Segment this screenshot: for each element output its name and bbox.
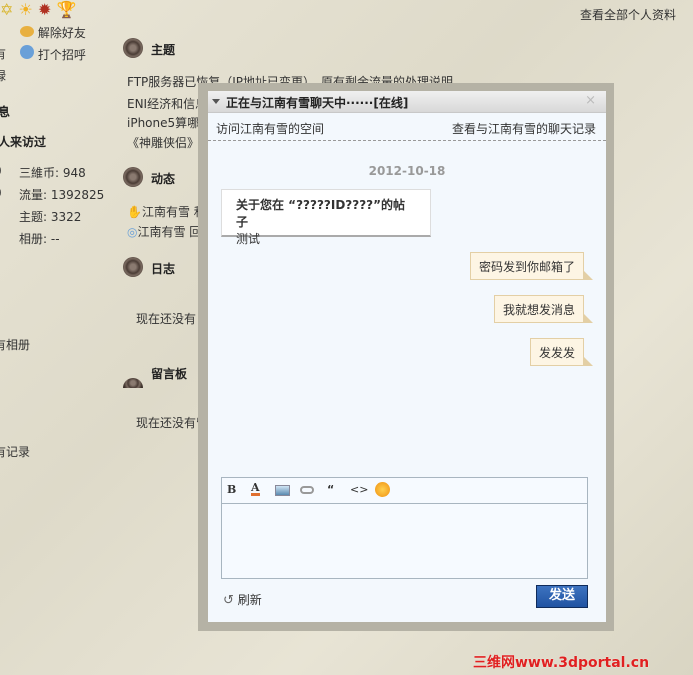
feed-item[interactable]: ✋江南有雪 和 [127, 203, 206, 220]
chat-dialog: 正在与江南有雪聊天中······[在线] × 访问江南有雪的空间 查看与江南有雪的… [208, 91, 606, 622]
send-button[interactable]: 发送 [536, 585, 588, 608]
album-empty: 有相册 [0, 338, 31, 352]
bullet: 0 [0, 164, 2, 178]
refresh-label: 刷新 [237, 593, 262, 607]
section-icon [123, 257, 143, 277]
bold-button[interactable]: B [227, 483, 236, 496]
remove-friend-link[interactable]: 解除好友 [20, 24, 86, 41]
message-editor: B A “ <> [221, 477, 588, 579]
board-title: 留言板 [151, 367, 188, 381]
outgoing-message: 密码发到你邮箱了 [469, 252, 594, 280]
message-title: 关于您在 “?????ID????”的帖子 [236, 198, 406, 229]
feed-item[interactable]: ◎江南有雪 回 [127, 223, 201, 240]
section-icon [123, 38, 143, 58]
blog-title: 日志 [151, 262, 176, 276]
say-hi-link[interactable]: 打个招呼 [20, 45, 86, 63]
info-heading: 息 [0, 105, 11, 119]
badge-icons: ✡ ☀ ✹ 🏆 [0, 0, 77, 19]
message-textarea[interactable] [222, 504, 587, 578]
stat-traffic: 流量: 1392825 [19, 188, 105, 202]
chat-title: 正在与江南有雪聊天中······[在线] [226, 96, 409, 110]
user-chat-icon [20, 45, 34, 59]
say-hi-label: 打个招呼 [37, 48, 86, 62]
emoji-icon[interactable] [375, 482, 390, 497]
quote-button[interactable]: “ [327, 483, 334, 496]
message-body: 测试 [236, 232, 261, 246]
close-icon[interactable]: × [585, 93, 596, 108]
link-icon[interactable] [300, 486, 314, 494]
stat-albums: 相册: -- [19, 232, 60, 246]
stat-coins: 三維币: 948 [19, 166, 86, 180]
visitors-heading: 人来访过 [0, 135, 47, 149]
feed-text: 江南有雪 和 [141, 205, 206, 219]
outgoing-message: 发发发 [529, 338, 594, 366]
text-fragment: 禄 [0, 69, 7, 83]
font-color-button[interactable]: A [251, 482, 260, 496]
outgoing-message: 我就想发消息 [493, 295, 594, 323]
handshake-icon [20, 26, 34, 37]
refresh-button[interactable]: ↺ 刷新 [223, 591, 262, 608]
editor-toolbar: B A “ <> [222, 478, 587, 504]
visit-space-link[interactable]: 访问江南有雪的空间 [216, 120, 324, 137]
handshake-icon: ✋ [127, 205, 142, 219]
view-profile-link[interactable]: 查看全部个人资料 [580, 6, 676, 23]
section-icon [123, 167, 143, 187]
record-empty: 有记录 [0, 445, 31, 459]
remove-friend-label: 解除好友 [37, 26, 86, 40]
chat-title-bar[interactable]: 正在与江南有雪聊天中······[在线] × [208, 91, 606, 113]
feed-text: 江南有雪 回 [137, 225, 202, 239]
collapse-icon[interactable] [212, 99, 220, 104]
feed-title: 动态 [151, 172, 176, 186]
image-icon[interactable] [275, 485, 290, 496]
text-fragment: 有 [0, 47, 7, 61]
chat-links: 访问江南有雪的空间 查看与江南有雪的聊天记录 [208, 113, 606, 141]
topic-link[interactable]: ENI经济和信息 [127, 95, 207, 112]
code-button[interactable]: <> [350, 483, 368, 496]
comment-icon: ◎ [127, 225, 138, 239]
stat-topics: 主题: 3322 [19, 210, 82, 224]
refresh-icon: ↺ [223, 593, 234, 608]
watermark: 三维网www.3dportal.cn [473, 655, 650, 671]
topics-title: 主题 [151, 43, 176, 57]
incoming-message: 关于您在 “?????ID????”的帖子 测试 [221, 189, 431, 246]
bullet: 0 [0, 186, 2, 200]
chat-history-link[interactable]: 查看与江南有雪的聊天记录 [452, 120, 596, 137]
chat-date: 2012-10-18 [368, 164, 446, 178]
section-icon [123, 378, 143, 388]
